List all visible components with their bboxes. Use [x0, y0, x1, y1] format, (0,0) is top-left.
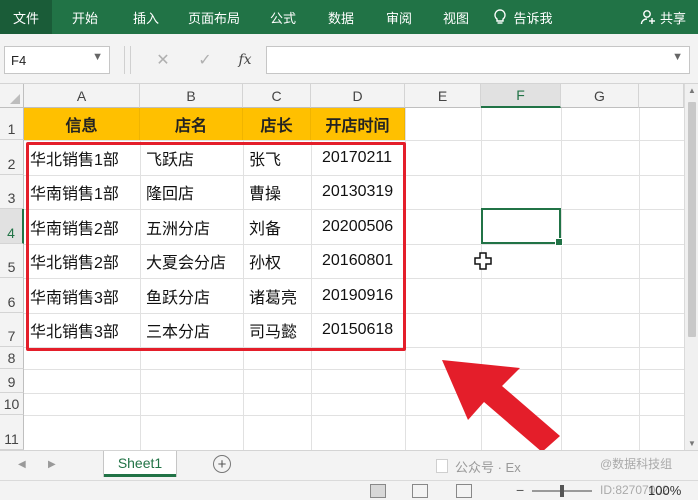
tell-me-button[interactable]: 告诉我: [484, 0, 562, 34]
gridline: [24, 393, 684, 394]
row-header-9[interactable]: 9: [0, 369, 24, 393]
column-header-h[interactable]: [639, 84, 684, 108]
tab-formulas[interactable]: 公式: [254, 0, 312, 34]
divider: [130, 46, 131, 74]
insert-function-button[interactable]: fx: [234, 46, 256, 74]
row-header-10[interactable]: 10: [0, 393, 24, 415]
status-bar: − ID:82707002 100%: [0, 480, 698, 500]
header-cell-open-date[interactable]: 开店时间: [311, 108, 405, 140]
scroll-thumb[interactable]: [688, 102, 696, 337]
tab-page-layout[interactable]: 页面布局: [174, 0, 254, 34]
row-header-5[interactable]: 5: [0, 244, 24, 278]
gridline: [24, 369, 684, 370]
horizontal-scrollbar[interactable]: [436, 459, 448, 473]
sheet-tab-sheet1[interactable]: Sheet1: [104, 451, 176, 477]
formula-input[interactable]: ▼: [266, 46, 690, 74]
column-header-f[interactable]: F: [481, 84, 561, 108]
selected-cell-f4[interactable]: [481, 208, 563, 246]
row-header-3[interactable]: 3: [0, 175, 24, 209]
excel-window: 文件 开始 插入 页面布局 公式 数据 审阅 视图 告诉我 共享 F4 ▼ ✕ …: [0, 0, 698, 500]
person-icon: [640, 10, 655, 25]
header-cell-store[interactable]: 店名: [140, 108, 243, 140]
share-button[interactable]: 共享: [628, 0, 698, 34]
name-box-value: F4: [11, 53, 27, 68]
red-arrow-icon: [442, 360, 560, 450]
scroll-down-icon[interactable]: ▼: [685, 439, 698, 448]
column-header-d[interactable]: D: [311, 84, 405, 108]
divider: [124, 46, 125, 74]
zoom-out-icon[interactable]: −: [516, 482, 524, 498]
tab-view[interactable]: 视图: [428, 0, 484, 34]
chevron-left-icon[interactable]: ◀: [18, 459, 26, 470]
row-header-7[interactable]: 7: [0, 313, 24, 347]
header-cell-manager[interactable]: 店长: [243, 108, 311, 140]
name-box[interactable]: F4 ▼: [4, 46, 110, 74]
zoom-level[interactable]: 100%: [648, 483, 681, 498]
tab-insert[interactable]: 插入: [118, 0, 174, 34]
watermark-text: 公众号 · Ex: [455, 460, 521, 475]
header-cell-info[interactable]: 信息: [24, 108, 140, 140]
row-header-4[interactable]: 4: [0, 209, 24, 244]
tab-data[interactable]: 数据: [312, 0, 370, 34]
ribbon-tabs: 文件 开始 插入 页面布局 公式 数据 审阅 视图 告诉我 共享: [0, 0, 698, 34]
row-header-1[interactable]: 1: [0, 108, 24, 140]
tab-home[interactable]: 开始: [52, 0, 118, 34]
add-sheet-icon[interactable]: +: [213, 455, 231, 473]
normal-view-button[interactable]: [370, 484, 386, 498]
spreadsheet-grid[interactable]: A B C D E F G 1 2 3 4 5 6 7 8 9 10 11 信息…: [0, 84, 698, 450]
tab-file[interactable]: 文件: [0, 0, 52, 34]
dropdown-icon[interactable]: ▼: [672, 51, 683, 63]
page-layout-view-button[interactable]: [412, 484, 428, 498]
cancel-icon[interactable]: ✕: [152, 46, 174, 74]
gridline: [24, 415, 684, 416]
column-header-a[interactable]: A: [24, 84, 140, 108]
tab-review[interactable]: 审阅: [370, 0, 428, 34]
zoom-slider-knob[interactable]: [560, 485, 564, 497]
lightbulb-icon: [494, 9, 507, 24]
row-header-2[interactable]: 2: [0, 140, 24, 175]
dropdown-icon[interactable]: ▼: [92, 51, 103, 63]
column-header-e[interactable]: E: [405, 84, 481, 108]
column-header-g[interactable]: G: [561, 84, 639, 108]
watermark-text: @数据科技组: [600, 457, 673, 471]
select-all-corner[interactable]: [0, 84, 24, 108]
column-header-b[interactable]: B: [140, 84, 243, 108]
sheet-tab-bar: ◀ ▶ Sheet1 + 公众号 · Ex @数据科技组: [0, 450, 698, 480]
share-label: 共享: [659, 10, 686, 26]
tell-me-label: 告诉我: [513, 10, 553, 26]
cursor-plus-icon: [474, 252, 492, 270]
row-header-8[interactable]: 8: [0, 347, 24, 369]
row-header-11[interactable]: 11: [0, 415, 24, 450]
column-header-c[interactable]: C: [243, 84, 311, 108]
chevron-right-icon[interactable]: ▶: [48, 459, 56, 470]
scroll-up-icon[interactable]: ▲: [685, 86, 698, 95]
vertical-scrollbar[interactable]: ▲ ▼: [684, 84, 698, 450]
page-break-view-button[interactable]: [456, 484, 472, 498]
gridline: [639, 108, 640, 450]
formula-bar: F4 ▼ ✕ ✓ fx ▼: [0, 34, 698, 84]
highlight-box: [26, 142, 406, 351]
confirm-icon[interactable]: ✓: [194, 46, 216, 74]
row-header-6[interactable]: 6: [0, 278, 24, 313]
zoom-slider[interactable]: [532, 485, 592, 497]
